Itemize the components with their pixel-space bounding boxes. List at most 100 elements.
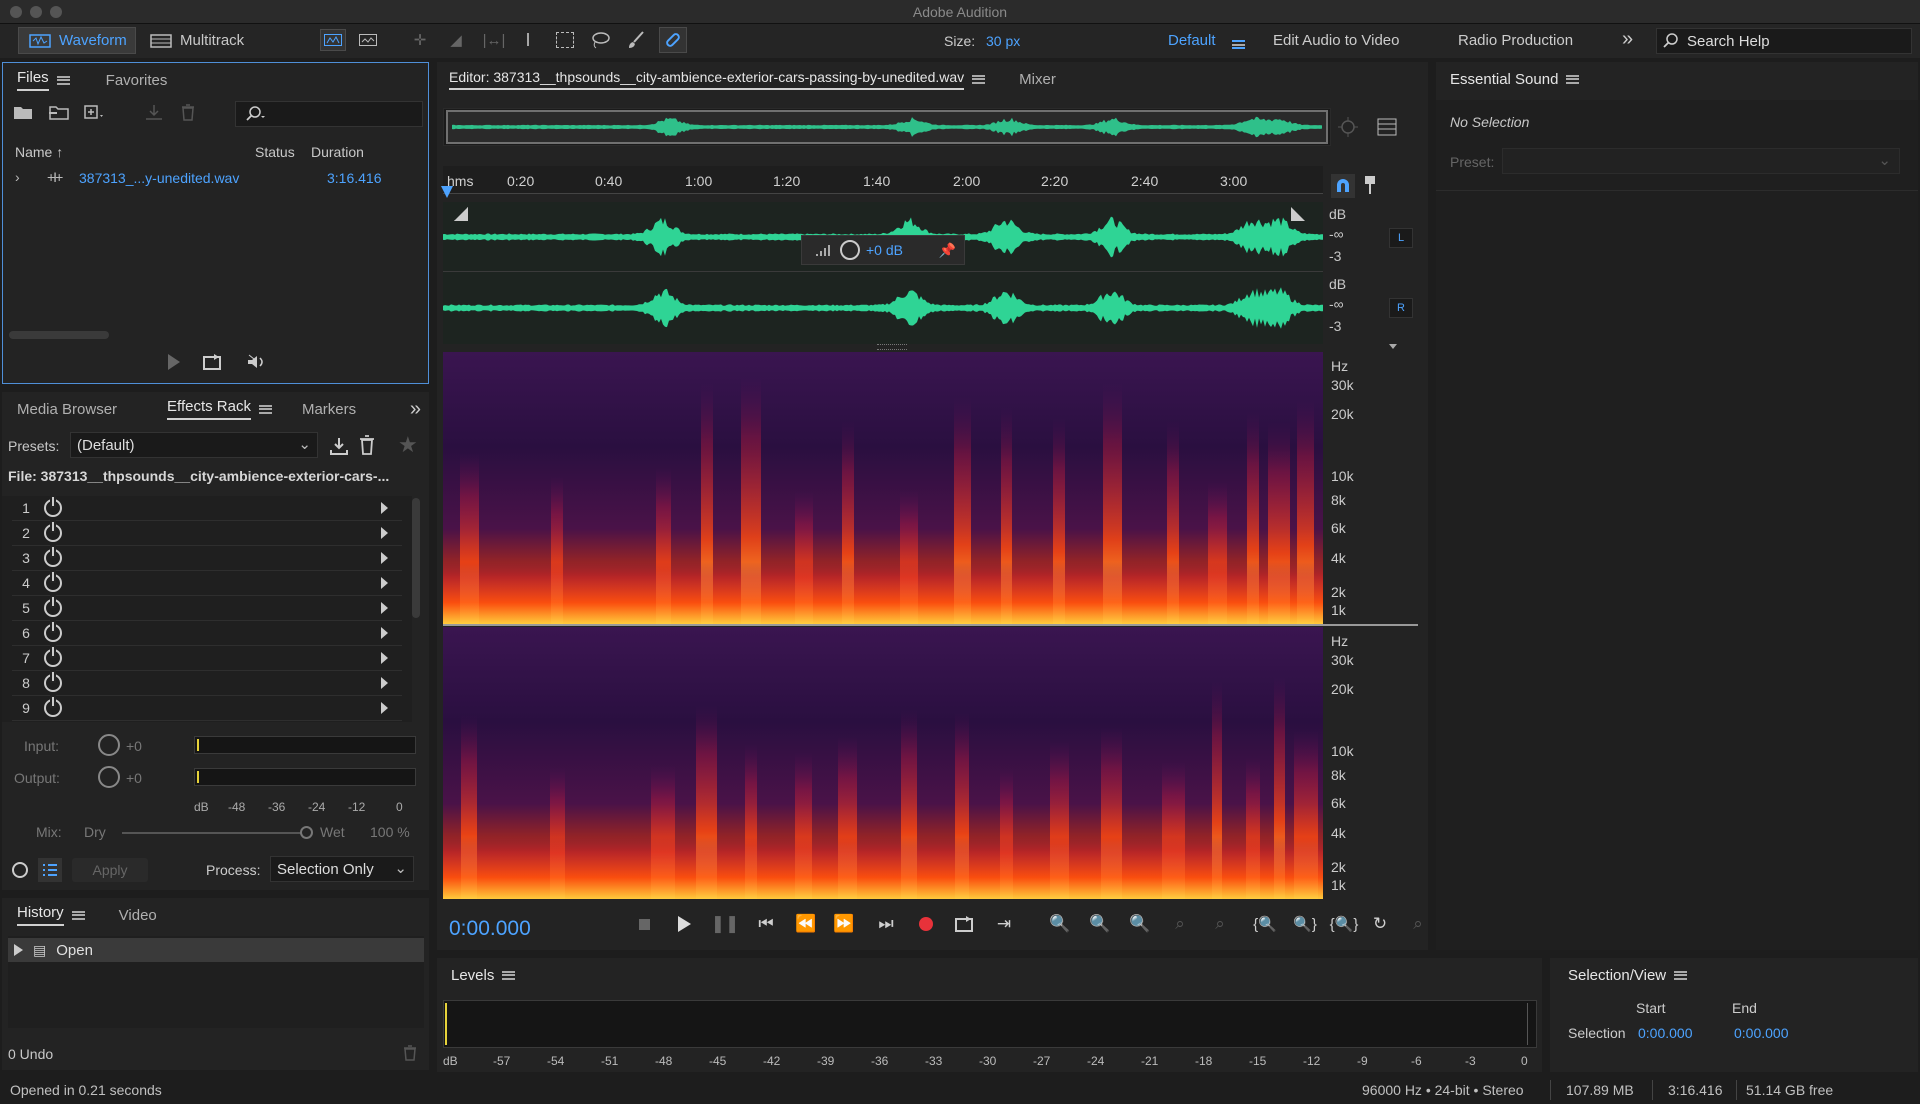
- waveform-display-button[interactable]: [320, 29, 346, 51]
- effect-slot[interactable]: 5: [12, 596, 402, 621]
- workspace-default[interactable]: Default: [1168, 32, 1216, 49]
- selection-start-value[interactable]: 0:00.000: [1638, 1025, 1693, 1041]
- size-value[interactable]: 30 px: [986, 33, 1020, 49]
- spot-healing-tool-button[interactable]: [659, 27, 687, 53]
- overview-bar[interactable]: [443, 108, 1331, 146]
- tab-essential-sound[interactable]: Essential Sound: [1436, 62, 1593, 96]
- mix-slider-track[interactable]: [122, 832, 310, 834]
- play-button[interactable]: [672, 912, 696, 936]
- slot-arrow-icon[interactable]: [381, 502, 388, 514]
- effect-slot[interactable]: 3: [12, 546, 402, 571]
- waveform-right-channel[interactable]: [443, 273, 1323, 343]
- channel-right-toggle[interactable]: R: [1389, 298, 1413, 318]
- power-icon[interactable]: [44, 697, 62, 717]
- gain-value[interactable]: +0 dB: [866, 242, 903, 258]
- skip-selection-button[interactable]: ⇥: [992, 912, 1016, 936]
- files-menu-icon[interactable]: [56, 75, 70, 85]
- tab-levels[interactable]: Levels: [437, 958, 529, 992]
- pin-hud-icon[interactable]: 📌: [939, 242, 956, 259]
- power-icon[interactable]: [44, 522, 62, 542]
- zoom-to-selection-button[interactable]: {🔍}: [1328, 912, 1360, 936]
- power-icon[interactable]: [44, 672, 62, 692]
- gain-knob[interactable]: [840, 240, 860, 260]
- effect-slot[interactable]: 7: [12, 646, 402, 671]
- lasso-tool-button[interactable]: [588, 29, 612, 51]
- column-duration[interactable]: Duration: [311, 144, 364, 160]
- effect-slot[interactable]: 1: [12, 496, 402, 521]
- slot-arrow-icon[interactable]: [381, 627, 388, 639]
- skip-to-end-button[interactable]: ⏭: [874, 912, 898, 936]
- output-knob[interactable]: [98, 766, 120, 788]
- power-icon[interactable]: [44, 647, 62, 667]
- input-knob[interactable]: [98, 734, 120, 756]
- new-file-icon[interactable]: [83, 103, 107, 121]
- insert-multitrack-icon[interactable]: [143, 103, 167, 121]
- spectrogram-left[interactable]: [443, 352, 1323, 624]
- effect-slot[interactable]: 2: [12, 521, 402, 546]
- hud-gain-control[interactable]: +0 dB 📌: [801, 235, 965, 265]
- rack-power-icon[interactable]: [12, 862, 28, 878]
- history-menu-icon[interactable]: [71, 910, 85, 920]
- presets-dropdown[interactable]: (Default) ⌄: [70, 432, 318, 458]
- effects-slot-scrollbar[interactable]: [412, 498, 420, 618]
- panel-options-icon[interactable]: [1377, 118, 1397, 136]
- column-name[interactable]: Name ↑: [15, 144, 63, 160]
- slot-arrow-icon[interactable]: [381, 677, 388, 689]
- effect-slot[interactable]: 8: [12, 671, 402, 696]
- file-row[interactable]: › +I+ 387313_...y-unedited.wav 3:16.416: [3, 167, 428, 191]
- selection-view-menu-icon[interactable]: [1674, 970, 1688, 980]
- expand-chevron-icon[interactable]: ›: [15, 169, 20, 185]
- zoom-in-point-button[interactable]: {🔍: [1250, 912, 1280, 936]
- loop-preview-icon[interactable]: [202, 353, 224, 371]
- essential-sound-menu-icon[interactable]: [1566, 74, 1580, 84]
- apply-button[interactable]: Apply: [72, 858, 148, 882]
- process-dropdown[interactable]: Selection Only ⌄: [270, 856, 414, 882]
- time-selection-tool-button[interactable]: I: [518, 29, 538, 51]
- stop-button[interactable]: [632, 912, 656, 936]
- delete-preset-icon[interactable]: [358, 434, 376, 456]
- zoom-out-amplitude-button[interactable]: 🔍: [1088, 912, 1112, 936]
- search-help-field[interactable]: Search Help: [1656, 28, 1912, 54]
- power-icon[interactable]: [44, 622, 62, 642]
- skip-to-start-button[interactable]: ⏮: [754, 912, 778, 936]
- slot-arrow-icon[interactable]: [381, 602, 388, 614]
- effect-slot[interactable]: 6: [12, 621, 402, 646]
- import-icon[interactable]: [47, 103, 71, 121]
- tab-selection-view[interactable]: Selection/View: [1550, 958, 1701, 992]
- multitrack-view-button[interactable]: Multitrack: [140, 27, 258, 54]
- mix-slider-handle[interactable]: [300, 826, 313, 839]
- slot-arrow-icon[interactable]: [381, 527, 388, 539]
- workspace-menu-icon[interactable]: [1232, 36, 1245, 53]
- spectrogram-right[interactable]: [443, 627, 1323, 899]
- selection-end-value[interactable]: 0:00.000: [1734, 1025, 1789, 1041]
- files-horizontal-scrollbar[interactable]: [9, 331, 109, 339]
- effect-slot[interactable]: 4: [12, 571, 402, 596]
- zoom-in-time-button[interactable]: 🔍: [1128, 912, 1152, 936]
- tab-history[interactable]: History: [2, 898, 99, 932]
- move-tool-button[interactable]: ✛: [408, 29, 432, 51]
- scale-options-icon[interactable]: [1389, 344, 1397, 349]
- workspace-radio-production[interactable]: Radio Production: [1458, 32, 1573, 49]
- effects-menu-icon[interactable]: [258, 404, 272, 414]
- tab-video[interactable]: Video: [99, 898, 171, 932]
- zoom-options-button[interactable]: ⌕: [1406, 912, 1430, 936]
- zoom-in-amplitude-button[interactable]: 🔍: [1048, 912, 1072, 936]
- favorite-star-icon[interactable]: ★: [398, 432, 418, 458]
- files-search-field[interactable]: [235, 101, 423, 127]
- effect-slot[interactable]: 9: [12, 696, 402, 721]
- tab-files[interactable]: Files: [3, 63, 84, 97]
- rewind-button[interactable]: ⏪: [794, 912, 818, 936]
- save-preset-icon[interactable]: [328, 436, 350, 456]
- more-panels-icon[interactable]: »: [410, 398, 421, 421]
- channel-left-toggle[interactable]: L: [1389, 228, 1413, 248]
- tab-favorites[interactable]: Favorites: [84, 63, 182, 97]
- play-preview-icon[interactable]: [168, 354, 180, 370]
- auto-play-speaker-icon[interactable]: [246, 353, 270, 371]
- rack-list-toggle[interactable]: [38, 858, 62, 882]
- snapping-toggle[interactable]: [1331, 174, 1355, 198]
- history-item[interactable]: ▤ Open: [8, 938, 424, 962]
- marquee-tool-button[interactable]: [556, 32, 574, 48]
- tab-effects-rack[interactable]: Effects Rack: [131, 392, 286, 426]
- slot-arrow-icon[interactable]: [381, 652, 388, 664]
- zoom-to-selection-icon[interactable]: [1337, 116, 1359, 138]
